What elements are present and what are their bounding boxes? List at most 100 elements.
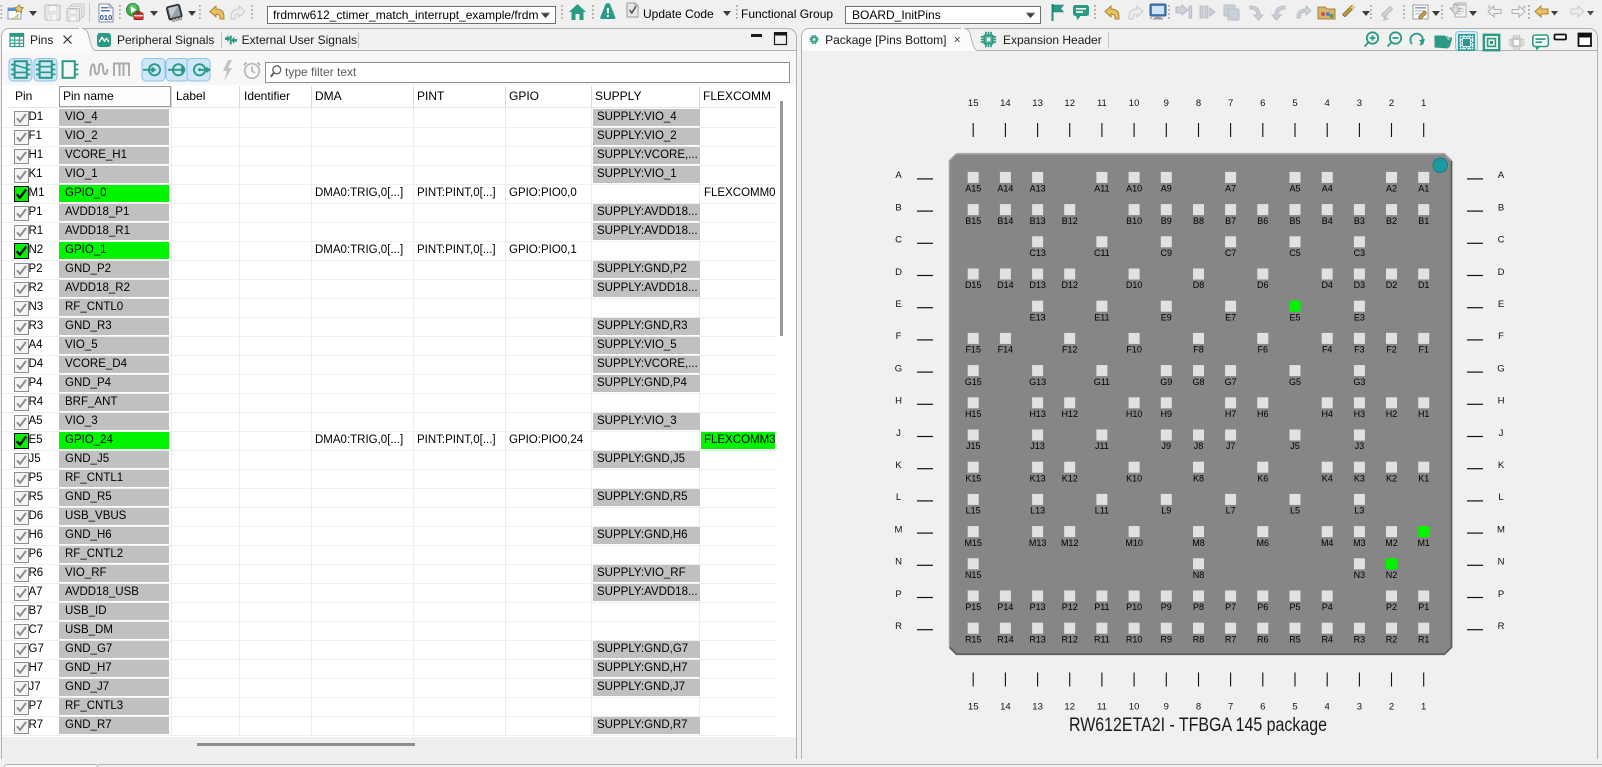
svg-text:H13: H13 — [1029, 409, 1046, 419]
svg-text:H7: H7 — [1225, 409, 1237, 419]
svg-text:K13: K13 — [1030, 473, 1046, 483]
svg-text:P1: P1 — [1418, 602, 1429, 612]
svg-text:C: C — [1498, 235, 1505, 246]
svg-text:4: 4 — [1325, 98, 1330, 109]
svg-text:R15: R15 — [965, 634, 982, 644]
svg-text:R12: R12 — [1061, 634, 1078, 644]
svg-text:F8: F8 — [1193, 345, 1204, 355]
svg-text:N2: N2 — [1386, 570, 1398, 580]
svg-text:M4: M4 — [1321, 538, 1334, 548]
svg-text:F1: F1 — [1418, 345, 1429, 355]
svg-text:P5: P5 — [1289, 602, 1300, 612]
svg-text:5: 5 — [1292, 98, 1297, 109]
svg-text:15: 15 — [968, 98, 979, 109]
svg-text:G3: G3 — [1353, 377, 1365, 387]
svg-text:R: R — [895, 621, 902, 632]
svg-text:A: A — [1498, 170, 1505, 181]
svg-text:H2: H2 — [1386, 409, 1398, 419]
svg-text:M: M — [895, 524, 903, 535]
svg-text:B3: B3 — [1354, 216, 1365, 226]
svg-text:P10: P10 — [1126, 602, 1142, 612]
svg-text:C3: C3 — [1354, 248, 1366, 258]
svg-text:M6: M6 — [1257, 538, 1270, 548]
svg-text:K2: K2 — [1386, 473, 1397, 483]
svg-text:P15: P15 — [965, 602, 981, 612]
svg-text:R6: R6 — [1257, 634, 1269, 644]
svg-text:R8: R8 — [1193, 634, 1205, 644]
svg-text:B13: B13 — [1030, 216, 1046, 226]
svg-text:12: 12 — [1064, 702, 1075, 713]
svg-text:A5: A5 — [1289, 184, 1300, 194]
svg-text:4: 4 — [1325, 702, 1330, 713]
svg-text:B12: B12 — [1062, 216, 1078, 226]
svg-text:D3: D3 — [1354, 280, 1366, 290]
svg-text:2: 2 — [1389, 702, 1394, 713]
svg-text:H4: H4 — [1321, 409, 1333, 419]
svg-text:A4: A4 — [1322, 184, 1333, 194]
svg-text:E3: E3 — [1354, 312, 1365, 322]
svg-text:M12: M12 — [1061, 538, 1079, 548]
svg-text:RW612ETA2I - TFBGA 145 package: RW612ETA2I - TFBGA 145 package — [1069, 714, 1327, 736]
svg-text:A13: A13 — [1030, 184, 1046, 194]
svg-text:14: 14 — [1000, 702, 1011, 713]
svg-text:K4: K4 — [1322, 473, 1333, 483]
svg-text:B7: B7 — [1225, 216, 1236, 226]
svg-text:H12: H12 — [1061, 409, 1078, 419]
svg-text:D4: D4 — [1321, 280, 1333, 290]
svg-text:E5: E5 — [1289, 312, 1300, 322]
svg-text:G8: G8 — [1192, 377, 1204, 387]
svg-text:L11: L11 — [1095, 506, 1109, 516]
svg-text:R11: R11 — [1094, 634, 1110, 644]
svg-text:H: H — [895, 396, 902, 407]
svg-text:7: 7 — [1228, 98, 1233, 109]
svg-text:12: 12 — [1064, 98, 1075, 109]
svg-text:B6: B6 — [1257, 216, 1268, 226]
svg-text:D10: D10 — [1126, 280, 1143, 290]
svg-text:G: G — [895, 363, 902, 374]
svg-text:A: A — [895, 170, 902, 181]
svg-text:C9: C9 — [1161, 248, 1173, 258]
svg-text:F15: F15 — [965, 345, 981, 355]
svg-text:3: 3 — [1357, 98, 1362, 109]
svg-text:K12: K12 — [1062, 473, 1078, 483]
svg-text:R2: R2 — [1386, 634, 1398, 644]
svg-text:P: P — [1498, 589, 1504, 600]
svg-text:1: 1 — [1421, 98, 1426, 109]
svg-text:A2: A2 — [1386, 184, 1397, 194]
svg-text:11: 11 — [1097, 702, 1107, 713]
svg-text:F14: F14 — [998, 345, 1014, 355]
svg-text:K3: K3 — [1354, 473, 1365, 483]
svg-text:10: 10 — [1129, 702, 1140, 713]
svg-text:J: J — [896, 428, 901, 439]
svg-text:R4: R4 — [1321, 634, 1333, 644]
svg-text:F2: F2 — [1386, 345, 1397, 355]
svg-text:M8: M8 — [1192, 538, 1205, 548]
svg-text:2: 2 — [1389, 98, 1394, 109]
svg-text:M10: M10 — [1125, 538, 1143, 548]
svg-text:11: 11 — [1097, 98, 1107, 109]
svg-text:N: N — [895, 557, 902, 568]
svg-text:K: K — [1498, 460, 1505, 471]
svg-text:P4: P4 — [1322, 602, 1333, 612]
svg-text:A15: A15 — [965, 184, 981, 194]
svg-text:9: 9 — [1164, 98, 1169, 109]
svg-text:A10: A10 — [1126, 184, 1142, 194]
svg-text:B15: B15 — [965, 216, 981, 226]
svg-text:010: 010 — [100, 13, 113, 22]
svg-text:D14: D14 — [997, 280, 1014, 290]
svg-text:D12: D12 — [1061, 280, 1078, 290]
svg-text:R7: R7 — [1225, 634, 1237, 644]
svg-text:L15: L15 — [966, 506, 981, 516]
svg-text:3: 3 — [1357, 702, 1362, 713]
svg-text:A9: A9 — [1161, 184, 1172, 194]
svg-text:B: B — [1498, 202, 1504, 213]
svg-text:L9: L9 — [1161, 506, 1171, 516]
svg-text:G7: G7 — [1225, 377, 1237, 387]
svg-text:M15: M15 — [964, 538, 982, 548]
svg-text:P6: P6 — [1257, 602, 1268, 612]
svg-text:P: P — [895, 589, 901, 600]
svg-text:D2: D2 — [1386, 280, 1398, 290]
svg-text:N15: N15 — [965, 570, 982, 580]
svg-text:K8: K8 — [1193, 473, 1204, 483]
svg-text:F: F — [896, 331, 902, 342]
